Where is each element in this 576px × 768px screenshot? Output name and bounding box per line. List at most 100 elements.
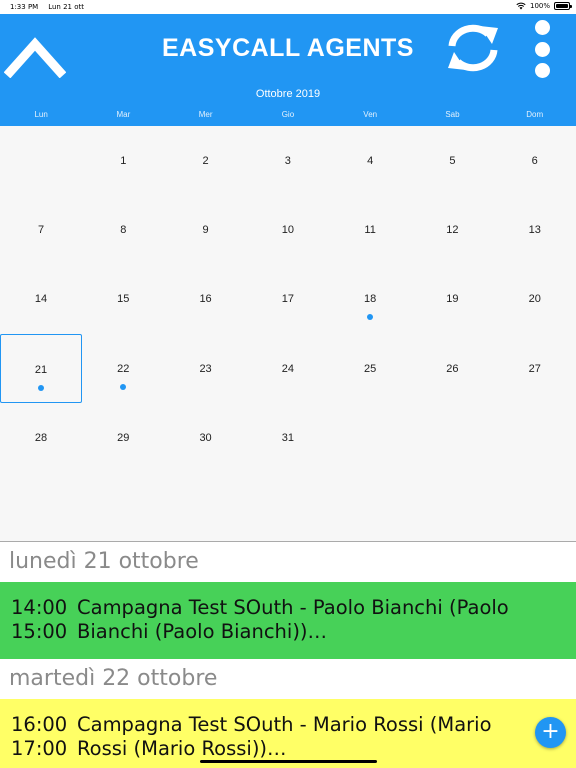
calendar-day[interactable]: 23 bbox=[165, 334, 247, 403]
calendar-day[interactable]: 24 bbox=[247, 334, 329, 403]
more-dot bbox=[534, 63, 550, 78]
calendar-day[interactable]: 20 bbox=[494, 264, 576, 333]
calendar-day[interactable]: 18 bbox=[329, 264, 411, 333]
calendar-day[interactable]: 14 bbox=[0, 264, 82, 333]
event-title-line: Rossi (Mario Rossi))… bbox=[77, 737, 287, 760]
calendar-day-number: 3 bbox=[284, 155, 291, 167]
calendar-day-number: 26 bbox=[446, 362, 459, 375]
calendar-day-number: 9 bbox=[202, 224, 209, 237]
calendar-day-number: 15 bbox=[117, 293, 130, 306]
event-start-time: 14:00 bbox=[11, 596, 68, 619]
calendar-day[interactable]: 30 bbox=[165, 403, 247, 472]
calendar-day[interactable]: 26 bbox=[411, 334, 493, 403]
calendar-day[interactable]: 22 bbox=[82, 334, 164, 403]
app-header: EASYCALL AGENTS Ottobre 2019 Lun Mar Mer… bbox=[0, 14, 576, 126]
calendar-day-number: 25 bbox=[364, 362, 377, 375]
calendar-day-number: 11 bbox=[364, 224, 376, 237]
calendar-day[interactable]: 29 bbox=[82, 403, 164, 472]
calendar-day-number: 22 bbox=[117, 362, 130, 375]
calendar-day-number: 13 bbox=[528, 224, 541, 237]
more-dot bbox=[534, 41, 550, 57]
calendar-day[interactable]: 6 bbox=[494, 126, 576, 195]
calendar-day[interactable]: 2 bbox=[165, 126, 247, 195]
event-title: Campagna Test SOuth - Mario Rossi (Mario… bbox=[77, 713, 547, 761]
calendar-day[interactable]: 21 bbox=[0, 333, 82, 403]
calendar-day-number: 31 bbox=[281, 431, 294, 444]
calendar-day[interactable]: 9 bbox=[165, 195, 247, 264]
calendar-day-number: 29 bbox=[117, 431, 130, 444]
calendar-day[interactable]: 25 bbox=[329, 334, 411, 403]
event-dot-icon bbox=[367, 314, 374, 321]
calendar-day[interactable]: 13 bbox=[494, 195, 576, 264]
month-label: Ottobre 2019 bbox=[255, 88, 321, 100]
more-menu-button[interactable] bbox=[528, 18, 556, 80]
calendar-day[interactable]: 27 bbox=[494, 334, 576, 403]
calendar-day-number: 14 bbox=[34, 293, 48, 306]
event-title: Campagna Test SOuth - Paolo Bianchi (Pao… bbox=[77, 596, 547, 644]
event-title-line: Campagna Test SOuth - Paolo Bianchi (Pao… bbox=[77, 596, 509, 619]
calendar-day[interactable]: 4 bbox=[329, 126, 411, 195]
event-times: 14:00 15:00 bbox=[11, 596, 67, 644]
calendar-day-number: 4 bbox=[367, 155, 374, 167]
event-dot-icon bbox=[120, 383, 127, 390]
agenda-event[interactable]: 14:00 15:00 Campagna Test SOuth - Paolo … bbox=[0, 582, 576, 659]
calendar-day[interactable]: 5 bbox=[411, 126, 493, 195]
battery-icon bbox=[554, 2, 572, 10]
event-title-line: Campagna Test SOuth - Mario Rossi (Mario bbox=[77, 713, 492, 736]
calendar-day[interactable]: 10 bbox=[247, 195, 329, 264]
calendar-day[interactable]: 28 bbox=[0, 403, 82, 472]
weekday-label: Dom bbox=[526, 110, 544, 119]
calendar-day[interactable]: 15 bbox=[82, 264, 164, 333]
status-right: 100% bbox=[516, 2, 572, 10]
agenda-date-header: martedì 22 ottobre bbox=[0, 659, 576, 699]
event-times: 16:00 17:00 bbox=[11, 713, 67, 761]
weekday-label: Mar bbox=[116, 110, 131, 119]
calendar-day[interactable]: 3 bbox=[247, 126, 329, 195]
calendar-day-number: 10 bbox=[281, 224, 294, 237]
calendar-day-number: 24 bbox=[281, 362, 294, 375]
calendar-day-number: 23 bbox=[199, 362, 212, 375]
calendar-day[interactable]: 7 bbox=[0, 195, 82, 264]
event-dot-icon bbox=[38, 384, 44, 391]
calendar-day-number: 21 bbox=[34, 363, 48, 376]
status-date: Lun 21 ott bbox=[48, 3, 84, 11]
calendar-day-number: 12 bbox=[446, 224, 459, 237]
calendar-day-number: 8 bbox=[120, 224, 127, 237]
weekday-row: Lun Mar Mer Gio Ven Sab Dom bbox=[0, 110, 576, 124]
wifi-icon bbox=[516, 2, 526, 10]
calendar-day[interactable]: 17 bbox=[247, 264, 329, 333]
event-start-time: 16:00 bbox=[11, 713, 68, 736]
weekday-label: Mer bbox=[198, 110, 213, 119]
calendar-day[interactable]: 12 bbox=[411, 195, 493, 264]
calendar-day[interactable]: 19 bbox=[411, 264, 493, 333]
status-left: 1:33 PM Lun 21 ott bbox=[10, 3, 84, 11]
calendar-day[interactable]: 16 bbox=[165, 264, 247, 333]
calendar-day-number: 1 bbox=[120, 155, 127, 167]
weekday-label: Ven bbox=[363, 110, 378, 119]
calendar-day-number: 6 bbox=[531, 155, 538, 167]
calendar-day-number: 5 bbox=[449, 155, 456, 167]
calendar-day[interactable]: 31 bbox=[247, 403, 329, 472]
home-indicator[interactable] bbox=[200, 760, 377, 763]
calendar-day-number: 18 bbox=[364, 293, 377, 306]
event-end-time: 17:00 bbox=[11, 737, 68, 760]
add-event-button[interactable]: + bbox=[535, 717, 566, 748]
weekday-label: Lun bbox=[34, 110, 48, 119]
agenda-event[interactable]: 16:00 17:00 Campagna Test SOuth - Mario … bbox=[0, 699, 576, 768]
calendar-grid: 1 2 3 4 5 6 7 8 9 10 11 12 13 14 15 16 17 18 19 20 21 22 23 24 2… bbox=[0, 126, 576, 541]
weekday-label: Sab bbox=[445, 110, 460, 119]
calendar-day[interactable]: 8 bbox=[82, 195, 164, 264]
calendar-day[interactable]: 1 bbox=[82, 126, 164, 195]
calendar-day-number: 19 bbox=[446, 293, 459, 306]
calendar-day-number: 7 bbox=[37, 224, 45, 237]
calendar-day-number: 2 bbox=[202, 155, 209, 167]
weekday-label: Gio bbox=[281, 110, 295, 119]
refresh-button[interactable] bbox=[442, 22, 504, 74]
calendar-day-number: 30 bbox=[199, 431, 212, 444]
calendar-day-number: 20 bbox=[528, 293, 541, 306]
calendar-day-number: 27 bbox=[528, 362, 541, 375]
calendar-day[interactable]: 11 bbox=[329, 195, 411, 264]
event-end-time: 15:00 bbox=[11, 620, 68, 643]
calendar-day-number: 17 bbox=[281, 293, 294, 306]
status-bar: 1:33 PM Lun 21 ott 100% bbox=[0, 0, 576, 14]
